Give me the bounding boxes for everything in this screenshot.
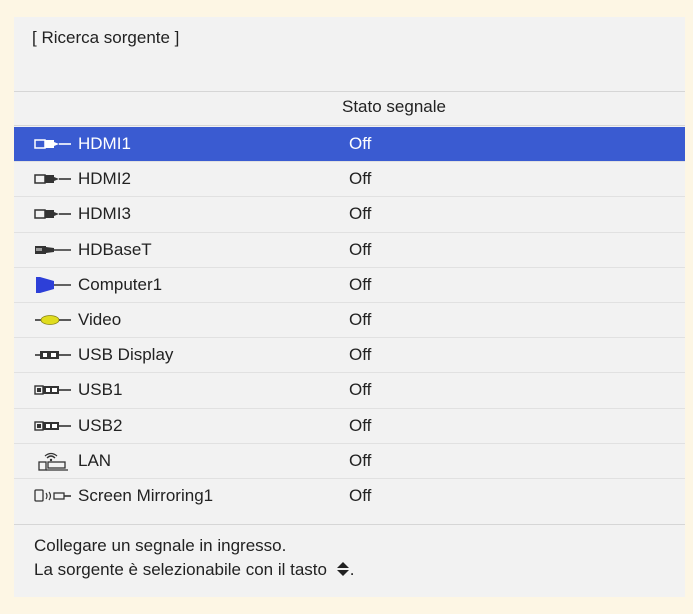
hdmi-icon: [34, 134, 72, 154]
lan-icon: [34, 451, 72, 471]
hdmi-icon: [34, 169, 72, 189]
signal-status: Off: [349, 169, 372, 189]
divider: [14, 524, 685, 525]
source-label: USB1: [78, 380, 123, 400]
source-item-computer1[interactable]: Computer1 Off: [14, 266, 685, 302]
help-line-2-text: La sorgente è selezionabile con il tasto: [34, 560, 327, 579]
up-down-arrow-icon: [336, 560, 350, 576]
source-list: HDMI1 Off HDMI2 Off HDMI3 Off HDBaseT Off Comput…: [14, 127, 685, 513]
signal-status-column-header: Stato segnale: [342, 97, 446, 116]
source-item-video[interactable]: Video Off: [14, 301, 685, 337]
help-line-2: La sorgente è selezionabile con il tasto…: [34, 558, 354, 582]
signal-status: Off: [349, 380, 372, 400]
help-text: Collegare un segnale in ingresso. La sor…: [34, 534, 354, 582]
source-item-hdbaset[interactable]: HDBaseT Off: [14, 231, 685, 267]
usb-icon: [34, 416, 72, 436]
signal-status: Off: [349, 239, 372, 259]
screen: [ Ricerca sorgente ] Stato segnale HDMI1…: [0, 0, 693, 614]
signal-status: Off: [349, 310, 372, 330]
source-label: USB2: [78, 415, 123, 435]
video-rca-icon: [34, 310, 72, 330]
page-title: [ Ricerca sorgente ]: [32, 28, 180, 47]
signal-status: Off: [349, 345, 372, 365]
hdbaset-icon: [34, 240, 72, 260]
source-label: HDMI1: [78, 134, 131, 154]
usb-display-icon: [34, 345, 72, 365]
source-label: HDMI2: [78, 169, 131, 189]
divider: [14, 91, 685, 92]
signal-status: Off: [349, 274, 372, 294]
source-search-panel: [ Ricerca sorgente ] Stato segnale HDMI1…: [14, 17, 685, 597]
source-label: HDBaseT: [78, 239, 152, 259]
source-item-hdmi2[interactable]: HDMI2 Off: [14, 161, 685, 196]
source-label: Screen Mirroring1: [78, 485, 214, 505]
source-label: Video: [78, 310, 122, 330]
signal-status: Off: [349, 450, 372, 470]
hdmi-icon: [34, 204, 72, 224]
source-item-usb-display[interactable]: USB Display Off: [14, 337, 685, 372]
source-item-lan[interactable]: LAN Off: [14, 442, 685, 478]
help-line-2-end: .: [349, 560, 355, 579]
signal-status: Off: [349, 134, 372, 154]
source-item-hdmi3[interactable]: HDMI3 Off: [14, 196, 685, 231]
source-item-screen-mirroring1[interactable]: Screen Mirroring1 Off: [14, 477, 685, 513]
source-label: LAN: [78, 450, 112, 470]
source-item-hdmi1[interactable]: HDMI1 Off: [14, 127, 685, 162]
divider: [14, 125, 685, 126]
signal-status: Off: [349, 485, 372, 505]
usb-icon: [34, 380, 72, 400]
source-label: Computer1: [78, 274, 163, 294]
help-line-1: Collegare un segnale in ingresso.: [34, 536, 287, 555]
vga-icon: [34, 275, 72, 295]
source-label: USB Display: [78, 345, 174, 365]
source-label: HDMI3: [78, 204, 131, 224]
screen-mirroring-icon: [34, 486, 72, 506]
source-item-usb2[interactable]: USB2 Off: [14, 407, 685, 443]
source-item-usb1[interactable]: USB1 Off: [14, 372, 685, 407]
signal-status: Off: [349, 415, 372, 435]
signal-status: Off: [349, 204, 372, 224]
